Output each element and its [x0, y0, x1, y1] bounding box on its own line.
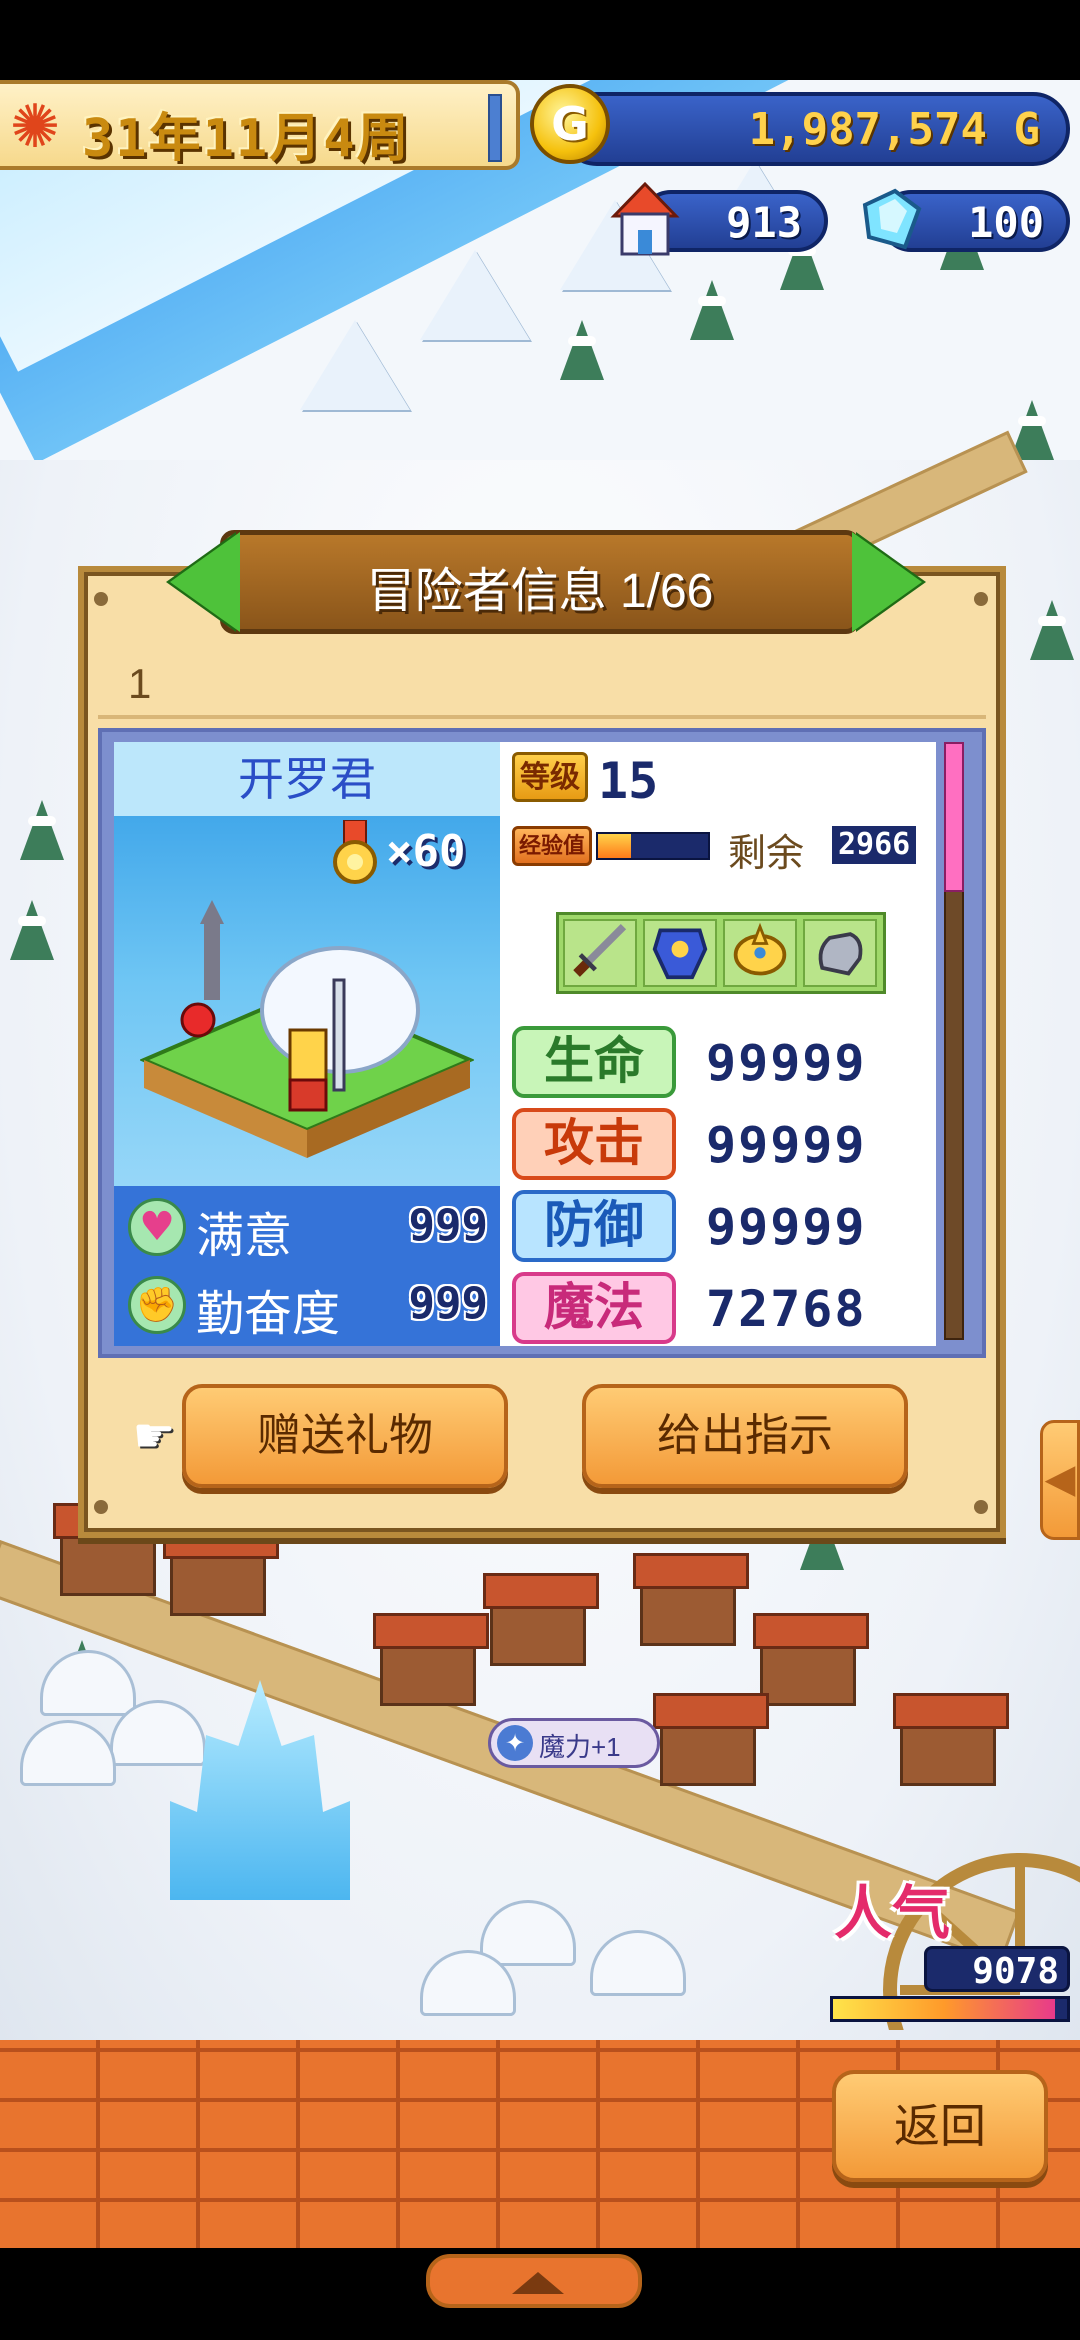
satisfaction-value: 999: [408, 1200, 488, 1251]
coin-icon: G: [530, 84, 610, 164]
magic-value: 72768: [706, 1280, 867, 1338]
exp-bar: [596, 832, 710, 860]
attack-value: 99999: [706, 1116, 867, 1174]
expand-menu-handle[interactable]: [426, 2254, 642, 2308]
defense-label: 防御: [512, 1190, 676, 1262]
heart-icon: ♥: [128, 1198, 186, 1256]
up-arrow-icon: [512, 2272, 564, 2294]
rivet: [94, 592, 108, 606]
adventurer-number: 1: [128, 660, 152, 707]
house: [53, 1503, 169, 1596]
date-text: 31年11月4周: [82, 109, 411, 169]
pointing-hand-icon: ☛: [132, 1408, 176, 1464]
magic-orb-icon: ✦: [497, 1725, 533, 1761]
pine-tree: [1030, 600, 1074, 660]
popularity-value-box: 9078: [924, 1946, 1070, 1992]
magic-label: 魔法: [512, 1272, 676, 1344]
give-gift-button[interactable]: 赠送礼物: [182, 1384, 508, 1488]
magic-bonus-bubble: ✦ 魔力+1: [488, 1718, 660, 1768]
hp-value: 99999: [706, 1034, 867, 1092]
pine-tree: [690, 280, 734, 340]
hp-row: 生命 99999: [512, 1026, 922, 1100]
gold-display: 1,987,574 G: [560, 92, 1070, 166]
helmet-icon[interactable]: [723, 919, 797, 987]
magic-row: 魔法 72768: [512, 1272, 922, 1346]
armor-icon[interactable]: [643, 919, 717, 987]
popularity-label: 人气: [834, 1881, 951, 1946]
back-button[interactable]: 返回: [832, 2070, 1048, 2182]
house: [633, 1553, 749, 1646]
pine-tree: [560, 320, 604, 380]
date-progress: [488, 94, 502, 162]
crystal-count: 100: [968, 198, 1044, 247]
defense-value: 99999: [706, 1198, 867, 1256]
house-icon: [610, 181, 680, 256]
exp-label: 经验值: [512, 826, 592, 866]
exp-bar-fill: [598, 834, 631, 858]
pine-tree: [20, 800, 64, 860]
mood-stats: ♥ 满意 999 ✊ 勤奋度 999: [114, 1186, 500, 1346]
maple-leaf-icon: ✺: [9, 92, 61, 162]
divider: [98, 715, 986, 719]
status-bar: [0, 0, 1080, 80]
fist-icon: ✊: [128, 1276, 186, 1334]
house: [373, 1613, 489, 1706]
level-label: 等级: [512, 752, 588, 802]
remaining-label: 剩余: [728, 833, 805, 875]
gold-amount: 1,987,574 G: [748, 104, 1040, 155]
level-value: 15: [598, 752, 659, 810]
defense-row: 防御 99999: [512, 1190, 922, 1264]
attack-row: 攻击 99999: [512, 1108, 922, 1182]
house: [163, 1523, 279, 1616]
popularity-value: 9078: [972, 1951, 1059, 1992]
hp-label: 生命: [512, 1026, 676, 1098]
adventurer-home-illustration: [140, 900, 474, 1158]
panel-header: 冒险者信息 1/66: [220, 530, 860, 634]
side-menu-tab[interactable]: ◀: [1040, 1420, 1080, 1540]
house: [653, 1693, 769, 1786]
rivet: [94, 1500, 108, 1514]
popularity-bar-fill: [833, 1999, 1056, 2019]
pine-tree: [10, 900, 54, 960]
rivet: [974, 592, 988, 606]
equipment-row: [556, 912, 886, 994]
mountain: [300, 320, 410, 410]
remaining-value: 2966: [832, 826, 917, 864]
give-instruction-button[interactable]: 给出指示: [582, 1384, 908, 1488]
house: [753, 1613, 869, 1706]
rivet: [974, 1500, 988, 1514]
adventurer-name: 开罗君: [114, 742, 500, 816]
date-display: ✺ 31年11月4周: [0, 80, 520, 170]
attack-label: 攻击: [512, 1108, 676, 1180]
diligence-label: 勤奋度: [196, 1288, 341, 1341]
diligence-value: 999: [408, 1278, 488, 1329]
satisfaction-label: 满意: [196, 1210, 293, 1263]
house: [483, 1573, 599, 1666]
previous-adventurer-arrow-icon[interactable]: [170, 532, 240, 632]
scrollbar-thumb[interactable]: [944, 742, 964, 892]
mountain: [420, 250, 530, 340]
next-adventurer-arrow-icon[interactable]: [852, 532, 922, 632]
bubble-text: 魔力+1: [539, 1732, 621, 1762]
house-count: 913: [726, 198, 802, 247]
gauntlet-icon[interactable]: [803, 919, 877, 987]
house: [893, 1693, 1009, 1786]
popularity-bar: [830, 1996, 1070, 2022]
satisfaction-row: ♥ 满意 999: [124, 1190, 494, 1264]
medal-count: ×60: [386, 826, 466, 877]
sword-icon[interactable]: [563, 919, 637, 987]
diligence-row: ✊ 勤奋度 999: [124, 1268, 494, 1342]
medal-icon: [333, 820, 377, 884]
panel-title: 冒险者信息 1/66: [366, 565, 714, 618]
crystal-icon: [862, 188, 922, 250]
